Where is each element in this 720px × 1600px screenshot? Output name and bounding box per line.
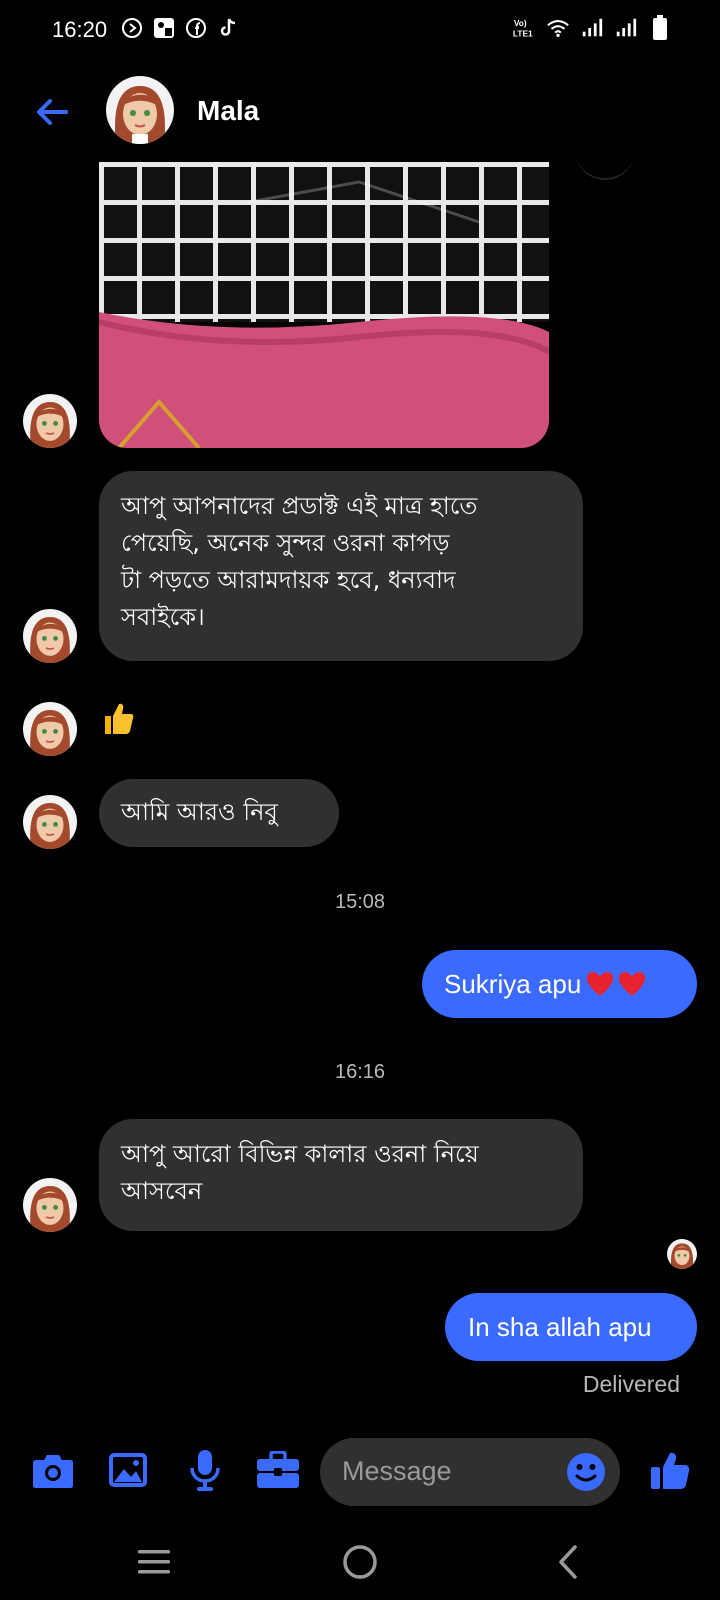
volte-icon: Vo) LTE1 [512, 16, 536, 40]
back-button[interactable] [30, 90, 74, 134]
facebook-page-icon [152, 16, 176, 40]
thumbs-up-emoji-message[interactable] [101, 700, 135, 736]
message-timestamp: 15:08 [334, 891, 386, 913]
home-circle-icon [343, 1545, 377, 1579]
recent-apps-button[interactable] [132, 1540, 176, 1584]
message-text: Sukriya apu [444, 968, 582, 999]
system-navigation-bar [0, 1520, 720, 1600]
emoji-button[interactable] [566, 1452, 606, 1492]
emoji-icon [567, 1453, 605, 1491]
message-text: আমি আরও নিবু [121, 798, 278, 826]
chat-header: Mala [0, 62, 720, 160]
seen-avatar [667, 1239, 697, 1269]
signal-icon [580, 16, 604, 40]
apps-button[interactable] [256, 1448, 300, 1492]
avatar [23, 394, 77, 448]
briefcase-icon [257, 1451, 299, 1488]
svg-text:Vo): Vo) [514, 18, 527, 28]
avatar [23, 795, 77, 849]
message-line: টা পড়তে আরামদায়ক হবে, ধন্যবাদ [121, 566, 456, 594]
battery-icon [648, 15, 672, 40]
incoming-message[interactable]: আমি আরও নিবু [99, 779, 339, 847]
avatar [23, 702, 77, 756]
status-bar: 16:20 Vo) LTE1 [0, 0, 720, 62]
contact-avatar[interactable] [106, 76, 174, 144]
arrow-left-icon [37, 99, 68, 125]
message-line: সবাইকে। [121, 603, 205, 631]
message-line: আসবেন [121, 1177, 203, 1205]
camera-button[interactable] [31, 1448, 75, 1492]
back-nav-button[interactable] [546, 1540, 590, 1584]
message-line: পেয়েছি, অনেক সুন্দর ওরনা কাপড় [121, 529, 450, 557]
outgoing-message[interactable]: Sukriya apu [422, 950, 697, 1018]
gallery-button[interactable] [106, 1448, 150, 1492]
contact-name[interactable]: Mala [197, 95, 259, 127]
message-placeholder: Message [342, 1456, 452, 1486]
thumbs-up-icon [651, 1452, 690, 1489]
heart-icon [587, 972, 614, 996]
chevron-left-icon [559, 1545, 577, 1579]
camera-icon [33, 1455, 73, 1488]
microphone-icon [190, 1450, 220, 1491]
status-time: 16:20 [52, 17, 108, 42]
avatar [23, 1178, 77, 1232]
incoming-message[interactable]: আপু আপনাদের প্রডাক্ট এই মাত্র হাতে পেয়ে… [99, 471, 583, 661]
incoming-message[interactable]: আপু আরো বিভিন্ন কালার ওরনা নিয়ে আসবেন [99, 1119, 583, 1231]
menu-icon [138, 1550, 170, 1574]
heart-emojis [585, 970, 647, 998]
media-play-icon [120, 16, 144, 40]
home-button[interactable] [338, 1540, 382, 1584]
message-input[interactable]: Message [320, 1438, 620, 1506]
avatar [23, 609, 77, 663]
tiktok-icon [216, 16, 240, 40]
photo-message[interactable] [99, 162, 549, 448]
svg-text:LTE1: LTE1 [513, 28, 533, 38]
message-timestamp: 16:16 [334, 1061, 386, 1083]
thumbs-up-icon [105, 703, 134, 734]
wifi-icon [546, 16, 570, 40]
heart-icon [619, 972, 646, 996]
message-line: আপু আরো বিভিন্ন কালার ওরনা নিয়ে [121, 1140, 479, 1168]
facebook-icon [184, 16, 208, 40]
message-line: আপু আপনাদের প্রডাক্ট এই মাত্র হাতে [121, 492, 478, 520]
message-text: In sha allah apu [468, 1311, 652, 1342]
voice-record-button[interactable] [183, 1448, 227, 1492]
gallery-icon [109, 1453, 147, 1487]
outgoing-message[interactable]: In sha allah apu [445, 1293, 697, 1361]
reaction-placeholder [575, 150, 635, 180]
signal-icon [614, 16, 638, 40]
message-composer: Message [0, 1430, 720, 1510]
delivery-status: Delivered [582, 1371, 680, 1397]
like-button[interactable] [648, 1448, 692, 1492]
